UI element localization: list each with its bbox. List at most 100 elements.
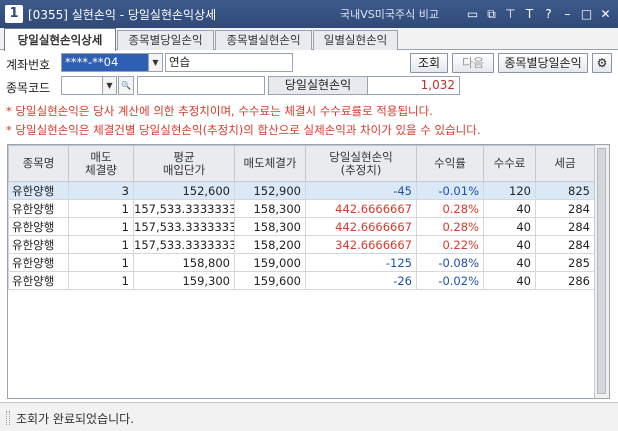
column-header[interactable]: 수수료: [483, 145, 536, 182]
tab-bar: 당일실현손익상세 종목별당일손익 종목별실현손익 일별실현손익: [0, 28, 618, 51]
daily-pl-by-stock-button[interactable]: 종목별당일손익: [498, 53, 588, 73]
cell-rate: 0.28%: [416, 217, 484, 236]
cell-name: 유한양행: [8, 253, 69, 272]
maximize-icon[interactable]: □: [578, 4, 595, 24]
help-icon[interactable]: ?: [540, 4, 557, 24]
tab-daily-pl-by-stock[interactable]: 종목별당일손익: [117, 30, 214, 50]
cell-avg: 157,533.3333333: [133, 199, 235, 218]
table-body: 유한양행 3 152,600 152,900 -45 -0.01% 120 825 유한양행 1 1…: [8, 181, 595, 290]
search-icon[interactable]: 🔍: [118, 76, 134, 95]
cell-tax: 285: [535, 253, 595, 272]
pin-icon[interactable]: ⊤: [502, 4, 519, 24]
account-name-field: 연습: [165, 53, 293, 72]
column-header-label: 종목명: [22, 156, 55, 170]
vertical-scrollbar[interactable]: [594, 145, 609, 398]
column-header-label: 수수료: [493, 156, 526, 170]
stock-code-label: 종목코드: [6, 81, 51, 95]
cell-fee: 120: [483, 181, 536, 200]
stock-row: 종목코드 ▼ 🔍 당일실현손익 1,032: [0, 74, 618, 98]
notice-line-2: * 당일실현손익은 체결건별 당일실현손익(추정치)의 합산으로 실제손익과 차…: [6, 123, 481, 137]
cell-qty: 1: [68, 271, 134, 290]
account-label: 계좌번호: [6, 58, 51, 72]
column-header[interactable]: 수익률: [416, 145, 484, 182]
minimize-icon[interactable]: –: [559, 4, 576, 24]
cell-sell: 152,900: [234, 181, 306, 200]
cell-sell: 158,300: [234, 217, 306, 236]
column-header-label: 세금: [554, 156, 576, 170]
column-header-label: 체결량: [85, 162, 117, 177]
cell-sell: 158,200: [234, 235, 306, 254]
column-header-label: 매도체결가: [243, 156, 297, 170]
cell-tax: 825: [535, 181, 595, 200]
status-message: 조회가 완료되었습니다.: [16, 412, 135, 426]
cell-fee: 40: [483, 235, 536, 254]
cell-pl: 442.6666667: [305, 199, 417, 218]
status-bar: 조회가 완료되었습니다.: [0, 402, 618, 431]
table-row[interactable]: 유한양행 1 157,533.3333333 158,300 442.6666667 0.…: [8, 217, 595, 236]
tab-realized-pl-by-stock[interactable]: 종목별실현손익: [215, 30, 312, 50]
column-header-label: 매도: [90, 149, 112, 164]
stock-code-input[interactable]: [61, 76, 103, 95]
notice-area: * 당일실현손익은 당사 계산에 의한 추정치이며, 수수료는 체결시 수수료률…: [0, 98, 618, 142]
column-header-label: 평균: [173, 149, 195, 164]
cell-avg: 157,533.3333333: [133, 235, 235, 254]
column-header[interactable]: 세금: [535, 145, 595, 182]
cell-qty: 3: [68, 181, 134, 200]
cell-pl: -125: [305, 253, 417, 272]
cell-tax: 284: [535, 235, 595, 254]
cell-avg: 157,533.3333333: [133, 217, 235, 236]
cell-fee: 40: [483, 199, 536, 218]
stock-code-dropdown-icon[interactable]: ▼: [103, 76, 117, 95]
cell-pl: 442.6666667: [305, 217, 417, 236]
column-header[interactable]: 매도 체결량: [68, 145, 134, 182]
table-row[interactable]: 유한양행 1 157,533.3333333 158,300 442.6666667 0.…: [8, 199, 595, 218]
account-dropdown-icon[interactable]: ▼: [149, 53, 163, 72]
column-header[interactable]: 평균 매입단가: [133, 145, 235, 182]
cell-pl: -26: [305, 271, 417, 290]
window-title: [0355] 실현손익 - 당일실현손익상세: [28, 8, 217, 22]
cell-name: 유한양행: [8, 181, 69, 200]
column-header[interactable]: 매도체결가: [234, 145, 306, 182]
cell-fee: 40: [483, 271, 536, 290]
cell-name: 유한양행: [8, 199, 69, 218]
cell-sell: 159,600: [234, 271, 306, 290]
table-row[interactable]: 유한양행 3 152,600 152,900 -45 -0.01% 120 825: [8, 181, 595, 200]
cell-sell: 159,000: [234, 253, 306, 272]
tab-daily-realized-pl[interactable]: 일별실현손익: [313, 30, 398, 50]
settings-gear-icon[interactable]: ⚙: [592, 53, 612, 73]
cell-pl: -45: [305, 181, 417, 200]
realized-pl-grid: 종목명 매도 체결량 평균 매입단가 매도체결가 당일실현손익 (추정치) 수익률 수수료 세금 유…: [7, 144, 610, 399]
column-header[interactable]: 당일실현손익 (추정치): [305, 145, 417, 182]
table-row[interactable]: 유한양행 1 158,800 159,000 -125 -0.08% 40 285: [8, 253, 595, 272]
tab-daily-realized-detail[interactable]: 당일실현손익상세: [4, 28, 116, 51]
stock-name-field: [137, 76, 265, 95]
column-header[interactable]: 종목명: [8, 145, 69, 182]
account-row: 계좌번호 ****-**04 ▼ 연습 조회 다음 종목별당일손익 ⚙: [0, 51, 618, 75]
font-size-icon[interactable]: T: [521, 4, 538, 24]
title-bar: 1 [0355] 실현손익 - 당일실현손익상세 국내VS미국주식 비교 ▭ ⧉…: [0, 0, 618, 28]
cell-avg: 158,800: [133, 253, 235, 272]
next-button[interactable]: 다음: [452, 53, 494, 73]
cell-qty: 1: [68, 235, 134, 254]
account-number-field[interactable]: ****-**04: [61, 53, 149, 72]
cell-rate: -0.02%: [416, 271, 484, 290]
title-bar-icons: ▭ ⧉ ⊤ T ? – □ ✕: [464, 4, 614, 24]
compare-link[interactable]: 국내VS미국주식 비교: [340, 6, 439, 22]
cell-avg: 159,300: [133, 271, 235, 290]
cell-name: 유한양행: [8, 217, 69, 236]
notice-line-1: * 당일실현손익은 당사 계산에 의한 추정치이며, 수수료는 체결시 수수료률…: [6, 104, 433, 118]
cascade-icon[interactable]: ⧉: [483, 4, 500, 24]
cell-tax: 284: [535, 217, 595, 236]
column-header-label: 당일실현손익: [329, 149, 393, 164]
close-icon[interactable]: ✕: [597, 4, 614, 24]
table-row[interactable]: 유한양행 1 159,300 159,600 -26 -0.02% 40 286: [8, 271, 595, 290]
cell-qty: 1: [68, 253, 134, 272]
search-button[interactable]: 조회: [410, 53, 448, 73]
scrollbar-thumb[interactable]: [597, 148, 606, 394]
cell-qty: 1: [68, 217, 134, 236]
table-row[interactable]: 유한양행 1 157,533.3333333 158,200 342.6666667 0.…: [8, 235, 595, 254]
cell-qty: 1: [68, 199, 134, 218]
window-list-icon[interactable]: ▭: [464, 4, 481, 24]
column-header-label: 수익률: [434, 156, 466, 170]
grip-icon: [6, 411, 10, 425]
